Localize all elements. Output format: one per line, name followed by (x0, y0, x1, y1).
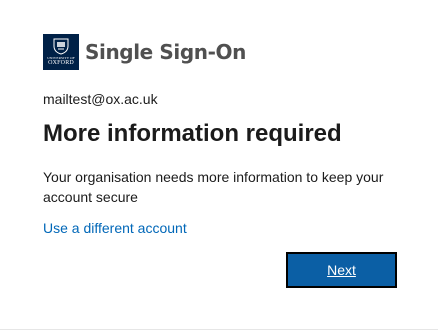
divider (0, 329, 438, 330)
crest-shield-icon (53, 38, 69, 55)
use-different-account-link[interactable]: Use a different account (43, 220, 187, 236)
account-email: mailtest@ox.ac.uk (43, 91, 158, 107)
page-title: More information required (43, 120, 342, 147)
description-text: Your organisation needs more information… (43, 169, 384, 205)
brand-title: Single Sign-On (85, 40, 246, 64)
logo: UNIVERSITY OF OXFORD Single Sign-On (43, 34, 246, 70)
oxford-crest-icon: UNIVERSITY OF OXFORD (43, 34, 79, 70)
sign-in-card: UNIVERSITY OF OXFORD Single Sign-On mail… (0, 0, 438, 331)
crest-oxford-text: OXFORD (48, 60, 74, 66)
next-button[interactable]: Next (286, 252, 397, 288)
